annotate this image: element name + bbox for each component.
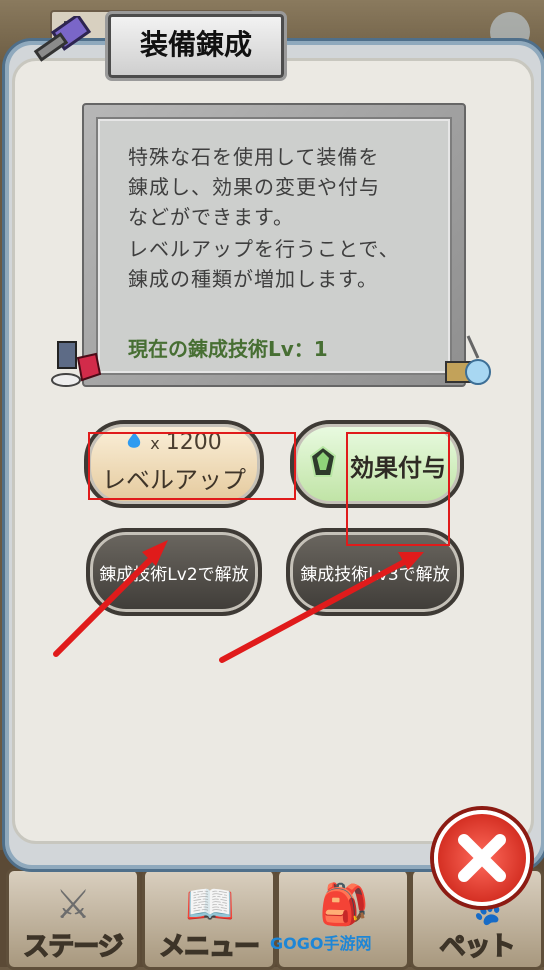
watermark: GOGO手游网 <box>270 934 372 953</box>
close-icon <box>458 834 506 882</box>
close-button[interactable] <box>434 810 530 906</box>
